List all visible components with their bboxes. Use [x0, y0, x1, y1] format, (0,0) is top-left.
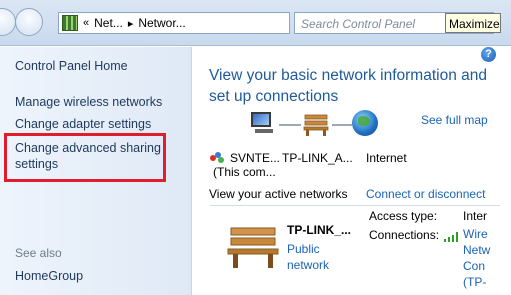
access-type-label: Access type: — [369, 209, 438, 223]
computer-sublabel: (This com... — [213, 165, 276, 179]
access-type-value: Inter — [463, 209, 488, 223]
computer-icon[interactable] — [249, 110, 277, 136]
manage-wireless-networks-link[interactable]: Manage wireless networks — [15, 94, 162, 110]
breadcrumb-network-sharing-center[interactable]: Networ... — [138, 16, 185, 30]
breadcrumb-arrow-icon[interactable]: ▸ — [128, 17, 134, 30]
page-title: View your basic network information and … — [209, 67, 487, 105]
section-divider — [210, 205, 500, 206]
connection-line-1[interactable]: Wire — [463, 226, 490, 242]
forward-button[interactable] — [15, 8, 43, 36]
connection-line-2[interactable]: Netw — [463, 242, 490, 258]
connection-line-3[interactable]: Con — [463, 258, 490, 274]
breadcrumb-overflow-icon[interactable]: « — [83, 17, 89, 29]
highlight-box — [4, 133, 166, 182]
internet-label: Internet — [366, 151, 407, 165]
user-group-icon — [210, 152, 224, 164]
address-toolbar: « Net... ▸ Networ... Search Control Pane… — [0, 0, 511, 46]
address-bar[interactable]: « Net... ▸ Networ... — [58, 12, 290, 34]
network-bench-icon[interactable] — [302, 113, 330, 137]
connection-line-4[interactable]: (TP- — [463, 274, 490, 290]
connection-line — [279, 124, 301, 126]
change-adapter-settings-link[interactable]: Change adapter settings — [15, 116, 151, 132]
connect-or-disconnect-link[interactable]: Connect or disconnect — [366, 187, 485, 201]
control-panel-home-link[interactable]: Control Panel Home — [15, 58, 128, 74]
public-network-link[interactable]: Public network — [287, 241, 337, 273]
network-label: TP-LINK_A... — [282, 151, 353, 165]
computer-label: SVNTE... — [230, 151, 281, 165]
help-icon[interactable]: ? — [481, 47, 496, 62]
network-folder-icon — [62, 15, 78, 31]
see-full-map-link[interactable]: See full map — [421, 113, 488, 127]
connections-label: Connections: — [369, 228, 440, 242]
network-name: TP-LINK_... — [287, 223, 352, 237]
back-button[interactable] — [0, 8, 16, 36]
maximize-tooltip: Maximize — [445, 13, 501, 33]
connection-line — [332, 124, 352, 126]
see-also-heading: See also — [15, 246, 62, 260]
internet-globe-icon[interactable] — [352, 110, 378, 136]
connection-wireless-link[interactable]: Wire Netw Con (TP- — [463, 226, 490, 290]
homegroup-link[interactable]: HomeGroup — [15, 268, 83, 284]
breadcrumb-network-and-internet[interactable]: Net... — [94, 16, 123, 30]
wireless-signal-icon — [444, 232, 460, 242]
active-networks-label: View your active networks — [209, 187, 348, 201]
public-network-bench-icon[interactable] — [225, 222, 281, 272]
